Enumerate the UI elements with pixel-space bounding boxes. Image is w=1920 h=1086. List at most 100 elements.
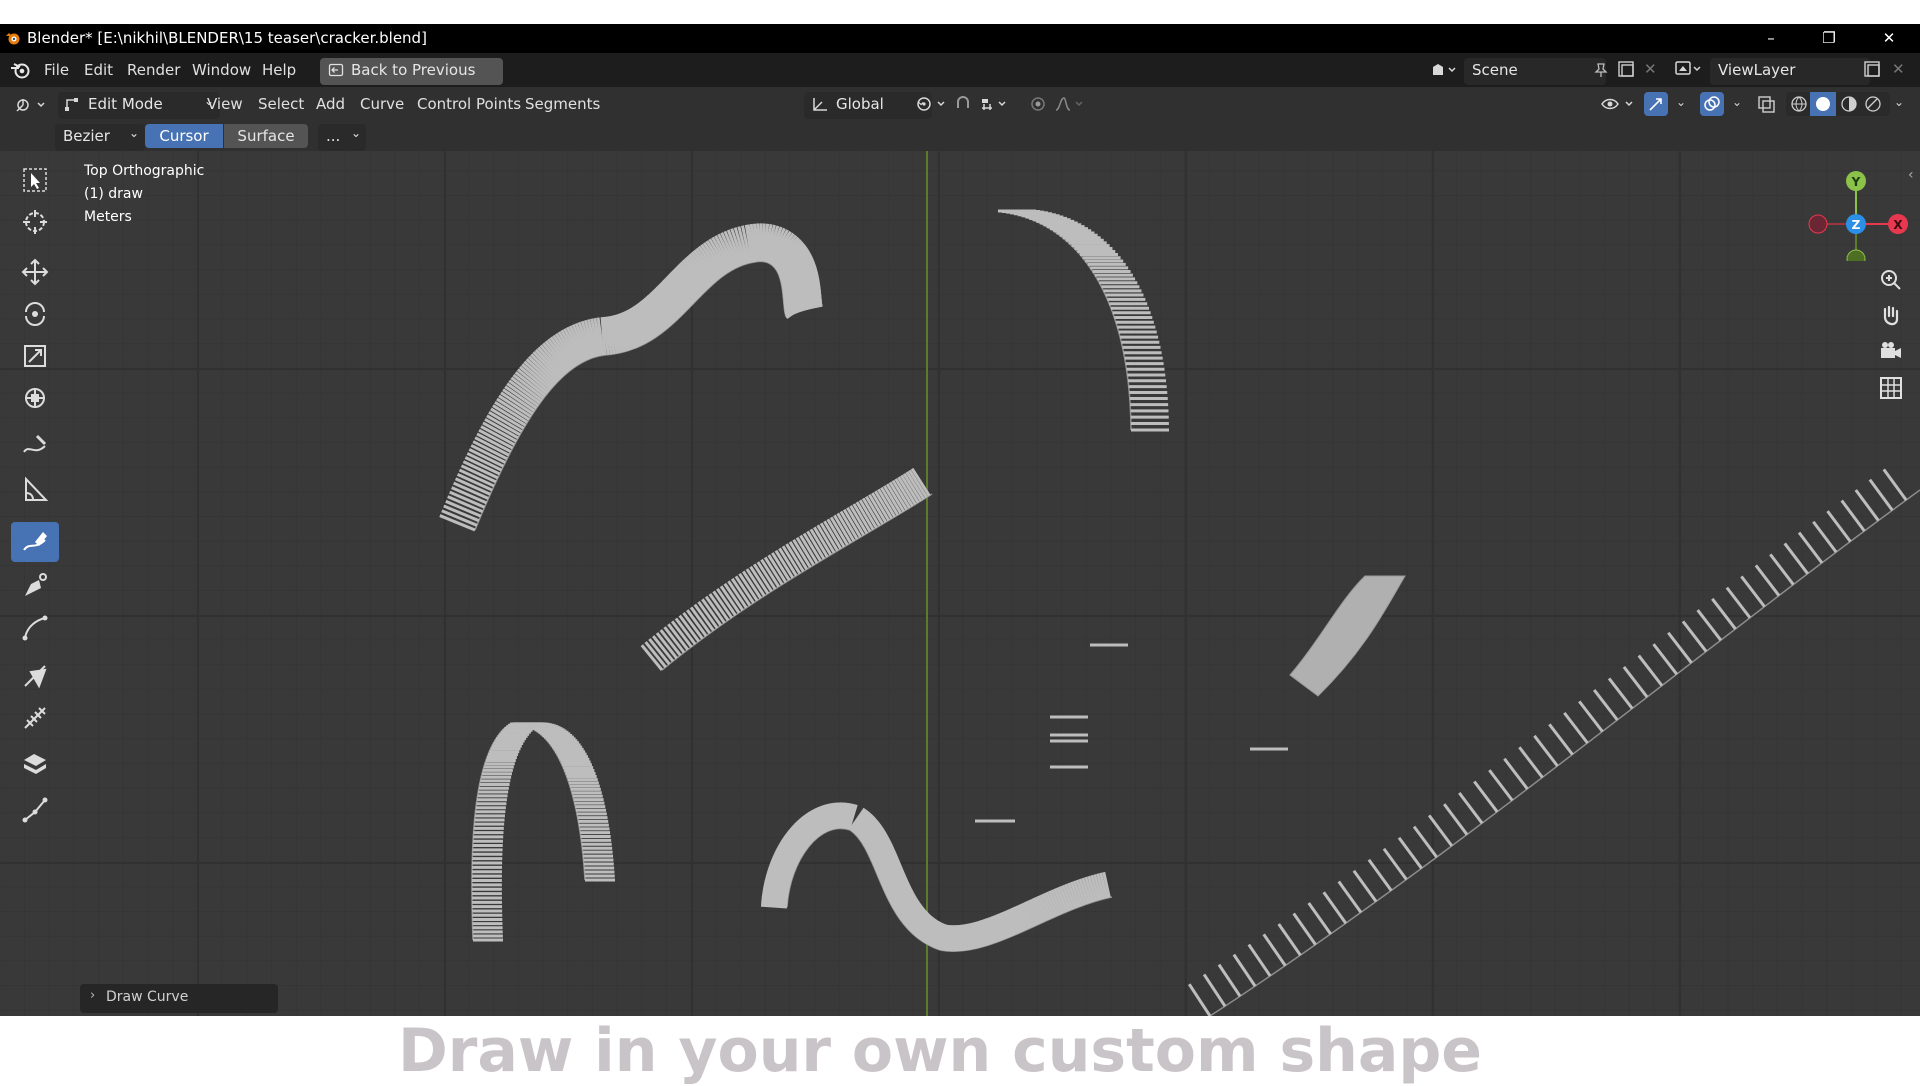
curve-bristle: [1429, 815, 1452, 845]
menu-help[interactable]: Help: [262, 61, 296, 79]
tilt-icon: [21, 662, 49, 690]
menu-edit[interactable]: Edit: [84, 61, 113, 79]
rendered-shading-icon[interactable]: [1864, 95, 1882, 113]
tool-annotate[interactable]: [11, 426, 59, 466]
more-settings-dropdown[interactable]: ... ⌄: [318, 124, 366, 151]
curve-bristle: [1534, 736, 1557, 766]
menu-file[interactable]: File: [44, 61, 69, 79]
minimize-button[interactable]: –: [1748, 24, 1794, 53]
blender-menu-icon[interactable]: [10, 61, 32, 79]
tool-measure[interactable]: [11, 470, 59, 510]
wireframe-shading-icon[interactable]: [1790, 95, 1808, 113]
scene-field[interactable]: Scene: [1464, 58, 1606, 85]
pin-icon[interactable]: [1592, 61, 1610, 79]
curve-bristle: [1770, 554, 1793, 584]
material-shading-icon[interactable]: [1840, 95, 1858, 113]
overlays-dropdown-icon[interactable]: ⌄: [1732, 95, 1742, 109]
tool-rotate[interactable]: [11, 294, 59, 334]
scene-icon[interactable]: [1430, 61, 1456, 79]
menu-curve[interactable]: Curve: [360, 95, 404, 113]
menu-select[interactable]: Select: [258, 95, 304, 113]
back-to-previous-button[interactable]: Back to Previous: [320, 58, 503, 85]
tool-select-box[interactable]: [11, 160, 59, 200]
sidebar-toggle-icon[interactable]: ‹: [1908, 167, 1914, 183]
close-button[interactable]: ✕: [1866, 24, 1912, 53]
curve-bristle: [1870, 480, 1893, 511]
solid-shading-icon[interactable]: [1814, 95, 1832, 113]
gizmo-z-label: Z: [1852, 218, 1861, 232]
mode-selector[interactable]: Edit Mode ⌄: [58, 92, 220, 119]
tool-pen[interactable]: [11, 566, 59, 606]
curve-spine: [662, 494, 932, 670]
depth-cursor-button[interactable]: Cursor: [145, 124, 223, 148]
active-object: (1) draw: [84, 186, 143, 202]
depth-surface-button[interactable]: Surface: [224, 124, 308, 148]
tool-transform[interactable]: [11, 378, 59, 418]
camera-view-icon[interactable]: [1876, 337, 1906, 367]
orientation-icon: [810, 95, 830, 113]
overlays-icon: [1703, 95, 1721, 113]
tool-randomize[interactable]: [11, 744, 59, 784]
curve-bristle: [1189, 984, 1210, 1016]
overlays-toggle-button[interactable]: [1700, 92, 1724, 116]
curve-bristle: [1369, 860, 1391, 891]
delete-scene-icon[interactable]: ✕: [1644, 60, 1657, 78]
curve-type-dropdown[interactable]: Bezier ⌄: [55, 124, 145, 151]
menu-add[interactable]: Add: [316, 95, 345, 113]
gizmo-dropdown-icon[interactable]: ⌄: [1676, 95, 1686, 109]
curve-bristle: [1594, 690, 1617, 720]
navigation-gizmo[interactable]: Y Z X: [1800, 161, 1910, 261]
unit-system: Meters: [84, 209, 132, 225]
curve-bristle: [1294, 914, 1316, 945]
menu-segments[interactable]: Segments: [525, 95, 600, 113]
transform-orientation[interactable]: Global ⌄: [804, 92, 932, 119]
menu-control-points[interactable]: Control Points: [417, 95, 521, 113]
zoom-icon[interactable]: [1876, 265, 1906, 295]
tool-extrude-cursor[interactable]: [11, 608, 59, 648]
last-operator-panel[interactable]: › Draw Curve: [80, 984, 278, 1013]
view-layer-icon[interactable]: [1674, 59, 1702, 79]
ortho-grid-icon[interactable]: [1876, 373, 1906, 403]
restore-button[interactable]: ❐: [1806, 24, 1852, 53]
visibility-icon[interactable]: [1600, 94, 1640, 114]
tool-draw-curve[interactable]: [11, 522, 59, 562]
3d-viewport[interactable]: Top Orthographic (1) draw Meters Y Z X ‹: [0, 151, 1920, 1016]
proportional-editing-icon[interactable]: [1028, 94, 1088, 114]
menu-render[interactable]: Render: [127, 61, 180, 79]
curve-bristle: [1549, 724, 1572, 754]
draw-curve-icon: [21, 528, 49, 556]
curve-bristle: [758, 223, 760, 261]
editor-type-icon[interactable]: [14, 95, 48, 115]
curve-bristle: [1727, 588, 1750, 618]
tool-move[interactable]: [11, 252, 59, 292]
tool-scale[interactable]: [11, 336, 59, 376]
shading-switcher[interactable]: [1786, 92, 1890, 116]
new-scene-icon[interactable]: [1616, 59, 1636, 79]
shading-dropdown-icon[interactable]: ⌄: [1894, 95, 1904, 109]
pan-hand-icon[interactable]: [1876, 301, 1906, 331]
mode-label: Edit Mode: [88, 95, 163, 113]
new-viewlayer-icon[interactable]: [1862, 59, 1882, 79]
tool-cursor[interactable]: [11, 202, 59, 242]
viewlayer-field[interactable]: ViewLayer: [1710, 58, 1870, 85]
tool-tilt[interactable]: [11, 656, 59, 696]
pivot-point-icon[interactable]: [914, 94, 950, 114]
curve-bristle: [1324, 892, 1346, 923]
delete-viewlayer-icon[interactable]: ✕: [1892, 60, 1905, 78]
pen-icon: [21, 572, 49, 600]
curve-bristle: [1609, 678, 1632, 708]
snap-icon[interactable]: [954, 94, 1014, 114]
curve-bristle: [1856, 490, 1879, 521]
menu-window[interactable]: Window: [192, 61, 251, 79]
curve-bristle: [1414, 827, 1437, 858]
curve-bristle: [1579, 701, 1602, 731]
gizmo-y-label: Y: [1851, 175, 1861, 189]
menu-view[interactable]: View: [207, 95, 243, 113]
curve-bristle: [1683, 621, 1706, 651]
curve-bristle: [1474, 782, 1497, 812]
tool-extrude[interactable]: [11, 790, 59, 830]
tool-radius[interactable]: [11, 698, 59, 738]
gizmo-toggle-button[interactable]: [1644, 92, 1668, 116]
curve-bristle: [1712, 599, 1735, 629]
xray-icon[interactable]: [1756, 94, 1776, 114]
